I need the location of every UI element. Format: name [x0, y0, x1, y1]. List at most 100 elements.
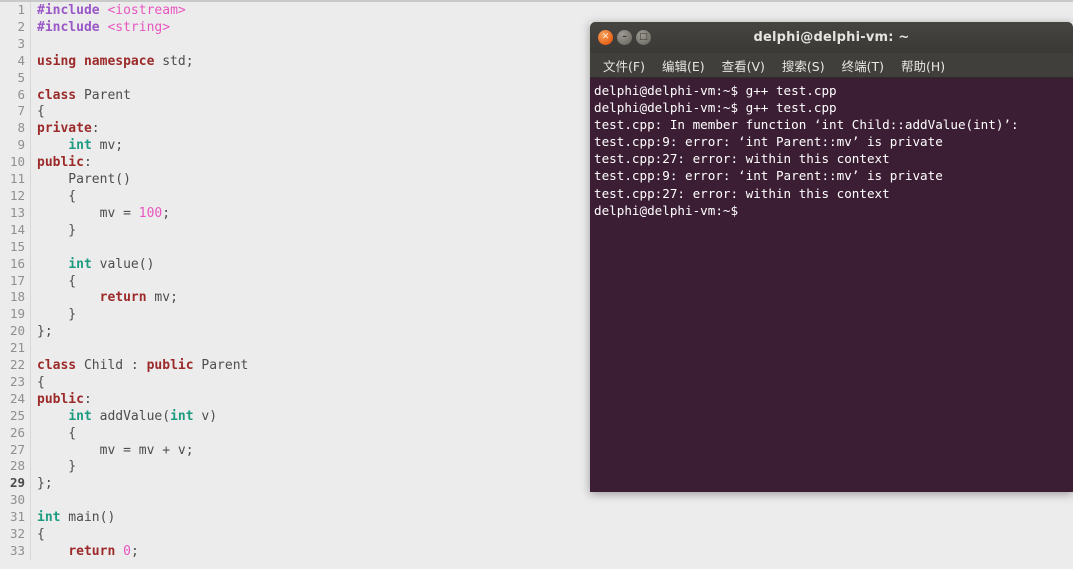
line-number: 16 — [0, 255, 31, 273]
line-number: 17 — [0, 272, 31, 290]
line-number: 30 — [0, 492, 31, 510]
menu-item-4[interactable]: 终端(T) — [835, 54, 891, 77]
code-token: } — [37, 307, 77, 323]
line-number: 4 — [0, 52, 31, 70]
line-number: 21 — [0, 340, 31, 358]
code-token: 0 — [123, 544, 131, 559]
window-controls[interactable]: ✕ – □ — [598, 30, 651, 45]
code-token: addValue( — [91, 408, 171, 424]
line-number: 5 — [0, 69, 31, 87]
line-number: 22 — [0, 357, 31, 374]
code-token: 100 — [138, 205, 163, 221]
line-number: 24 — [0, 390, 31, 408]
code-text: int main() — [31, 510, 1073, 527]
code-line[interactable]: 30 — [0, 492, 1073, 510]
code-token: : — [83, 391, 92, 407]
code-token: } — [37, 459, 77, 475]
code-line[interactable]: 1 #include <iostream> — [0, 2, 1073, 19]
code-token: public — [37, 155, 84, 171]
code-token: int — [68, 408, 92, 424]
line-number: 19 — [0, 306, 31, 324]
close-icon[interactable]: ✕ — [598, 30, 613, 45]
code-token: { — [37, 188, 77, 204]
terminal-line: test.cpp: In member function ‘int Child:… — [594, 117, 1019, 133]
code-token: value() — [91, 256, 155, 272]
menu-item-3[interactable]: 搜索(S) — [775, 54, 832, 77]
line-number: 6 — [0, 86, 31, 104]
code-token: #include — [37, 3, 108, 18]
code-token: { — [37, 527, 45, 543]
code-line[interactable]: 33 return 0; — [0, 543, 1073, 560]
code-token: private — [37, 121, 92, 137]
code-token: }; — [37, 324, 53, 340]
terminal-menubar[interactable]: 文件(F) 编辑(E) 查看(V) 搜索(S) 终端(T) 帮助(H) — [590, 53, 1073, 78]
code-token: { — [37, 374, 45, 390]
terminal-window[interactable]: ✕ – □ delphi@delphi-vm: ~ 文件(F) 编辑(E) 查看(V… — [590, 22, 1073, 492]
line-number: 13 — [0, 204, 31, 222]
code-token: mv; — [146, 290, 178, 306]
line-number: 1 — [0, 2, 31, 19]
line-number: 33 — [0, 543, 31, 560]
code-token: int — [68, 256, 92, 272]
code-token: : — [83, 155, 92, 171]
line-number: 11 — [0, 171, 31, 188]
terminal-output[interactable]: delphi@delphi-vm:~$ g++ test.cpp delphi@d… — [590, 78, 1073, 492]
terminal-title: delphi@delphi-vm: ~ — [753, 30, 910, 45]
minimize-icon[interactable]: – — [617, 30, 632, 45]
code-token: <iostream> — [107, 3, 186, 18]
code-token: { — [37, 273, 77, 289]
code-token: } — [37, 222, 77, 238]
code-line[interactable]: 32 { — [0, 526, 1073, 544]
code-token: Parent() — [37, 172, 131, 188]
code-token: public — [146, 358, 194, 374]
code-token: return — [68, 544, 116, 559]
terminal-line: delphi@delphi-vm:~$ — [594, 202, 739, 218]
code-token: Parent — [76, 87, 131, 103]
code-token: : — [91, 121, 100, 137]
menu-item-1[interactable]: 编辑(E) — [655, 54, 712, 77]
line-number: 8 — [0, 120, 31, 138]
line-number: 12 — [0, 187, 31, 205]
code-token: Parent — [193, 358, 249, 374]
line-number: 20 — [0, 323, 31, 341]
code-token: <string> — [107, 19, 171, 35]
menu-item-5[interactable]: 帮助(H) — [894, 54, 952, 77]
code-token: mv = mv + v; — [37, 442, 194, 458]
line-number: 3 — [0, 35, 31, 53]
line-number: 18 — [0, 289, 31, 307]
line-number: 26 — [0, 424, 31, 442]
code-token: int — [37, 510, 61, 526]
line-number: 9 — [0, 137, 31, 155]
code-token: mv; — [91, 138, 124, 154]
terminal-titlebar[interactable]: ✕ – □ delphi@delphi-vm: ~ — [590, 22, 1073, 53]
code-line[interactable]: 31 int main() — [0, 509, 1073, 527]
terminal-line: test.cpp:9: error: ‘int Parent::mv’ is p… — [594, 168, 943, 184]
code-text: { — [31, 527, 1073, 544]
line-number: 27 — [0, 441, 31, 459]
menu-item-2[interactable]: 查看(V) — [715, 54, 772, 77]
line-number: 14 — [0, 221, 31, 239]
code-token: int — [170, 408, 194, 424]
code-token: return — [99, 290, 147, 306]
menu-item-0[interactable]: 文件(F) — [596, 54, 652, 77]
code-token: ; — [162, 205, 171, 221]
code-token: v) — [193, 408, 218, 424]
code-token: #include — [37, 19, 108, 35]
code-token: }; — [37, 476, 53, 492]
line-number: 31 — [0, 509, 31, 527]
code-token: using namespace — [37, 53, 155, 69]
maximize-icon[interactable]: □ — [636, 30, 651, 45]
code-token: { — [37, 104, 45, 120]
code-token: Child : — [76, 358, 147, 374]
code-token: class — [37, 87, 77, 103]
code-token: mv = — [37, 205, 139, 221]
line-number: 28 — [0, 458, 31, 476]
code-token: class — [37, 358, 77, 374]
line-number: 29 — [0, 475, 31, 493]
code-token: main() — [60, 510, 116, 526]
